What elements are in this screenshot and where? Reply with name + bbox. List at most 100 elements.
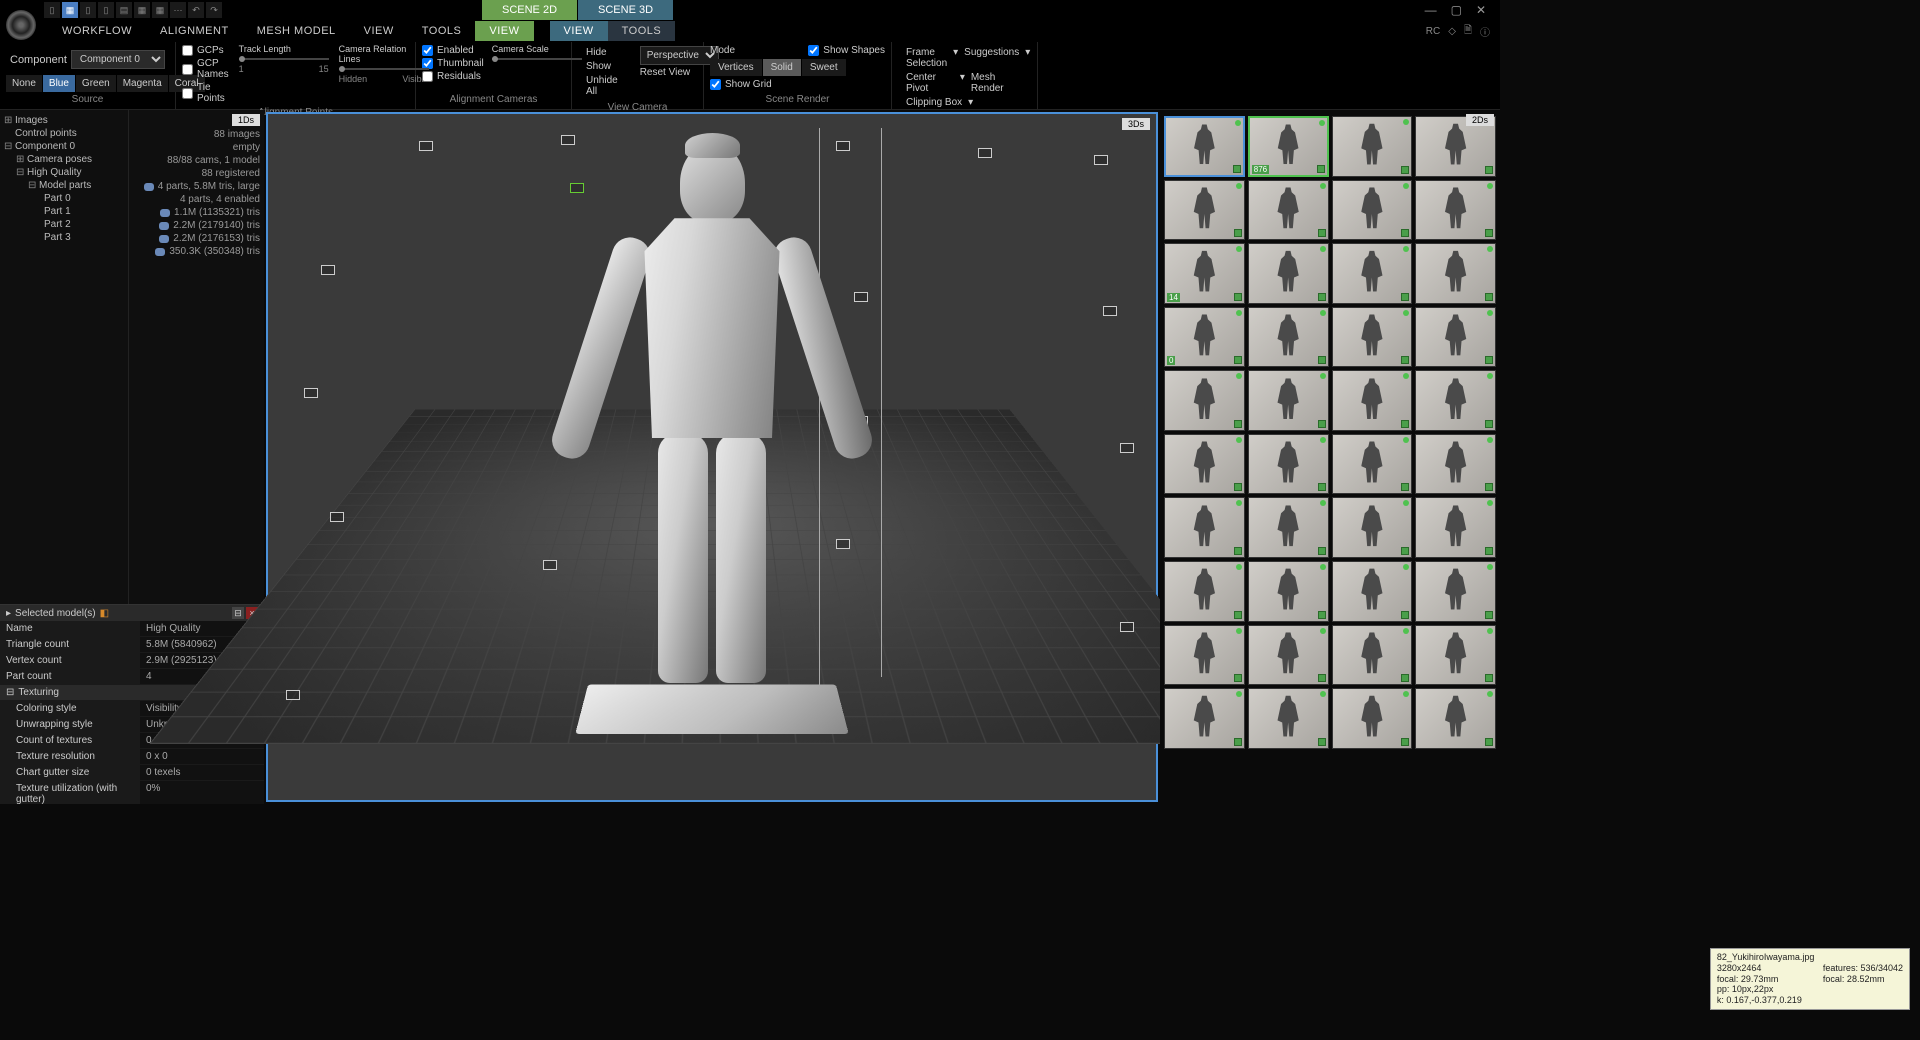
menu-view-3d[interactable]: VIEW <box>550 21 608 41</box>
thumbnail[interactable] <box>1164 180 1245 241</box>
props-pin-icon[interactable]: ⊟ <box>232 607 244 619</box>
thumbnail[interactable] <box>1332 688 1413 749</box>
thumbnail[interactable] <box>1415 497 1496 558</box>
camera-gizmo <box>543 560 557 570</box>
close-icon[interactable]: ✕ <box>1476 3 1486 17</box>
color-green[interactable]: Green <box>76 75 116 92</box>
layout-icon-8[interactable]: ⋯ <box>170 2 186 18</box>
layout-icon-5[interactable]: ▤ <box>116 2 132 18</box>
thumbnail[interactable] <box>1332 370 1413 431</box>
eye-icon[interactable] <box>159 222 169 230</box>
tab-scene-3d[interactable]: SCENE 3D <box>578 0 673 20</box>
titlebar: ▯ ▦ ▯ ▯ ▤ ▦ ▦ ⋯ ↶ ↷ SCENE 2D SCENE 3D — … <box>0 0 1500 20</box>
thumbnail[interactable] <box>1248 243 1329 304</box>
redo-icon[interactable]: ↷ <box>206 2 222 18</box>
thumbnail[interactable]: 14 <box>1164 243 1245 304</box>
tab-scene-2d[interactable]: SCENE 2D <box>482 0 577 20</box>
thumbnail[interactable] <box>1164 561 1245 622</box>
undo-icon[interactable]: ↶ <box>188 2 204 18</box>
layout-icon-1[interactable]: ▯ <box>44 2 60 18</box>
thumbnail[interactable] <box>1415 370 1496 431</box>
showshapes-checkbox[interactable] <box>808 45 819 56</box>
meshrender-btn[interactable]: Mesh Render <box>971 72 1023 94</box>
component-select[interactable]: Component 0 <box>71 50 165 69</box>
thumbnail[interactable] <box>1248 434 1329 495</box>
doc-icon[interactable]: 🗎 <box>1464 23 1472 40</box>
thumbnail[interactable] <box>1248 307 1329 368</box>
info-icon[interactable]: ⓘ <box>1480 24 1490 39</box>
thumbnail[interactable] <box>1164 434 1245 495</box>
thumbnail[interactable] <box>1332 625 1413 686</box>
thumbnail[interactable] <box>1332 307 1413 368</box>
show-btn[interactable]: Show <box>586 60 618 73</box>
menu-alignment[interactable]: ALIGNMENT <box>146 21 243 41</box>
thumbnail[interactable] <box>1332 434 1413 495</box>
thumbnail[interactable]: 0 <box>1164 307 1245 368</box>
menu-workflow[interactable]: WORKFLOW <box>48 21 146 41</box>
thumbnail[interactable] <box>1248 561 1329 622</box>
thumbnail[interactable] <box>1164 625 1245 686</box>
thumbnail[interactable] <box>1248 688 1329 749</box>
clippingbox-btn[interactable]: Clipping Box <box>906 97 962 108</box>
eye-icon[interactable] <box>144 183 154 191</box>
thumbnail[interactable]: 876 <box>1248 116 1329 177</box>
mode-solid[interactable]: Solid <box>763 59 801 76</box>
gcpnames-checkbox[interactable] <box>182 64 193 75</box>
menu-view-2d[interactable]: VIEW <box>475 21 533 41</box>
frameselection-btn[interactable]: Frame Selection <box>906 47 947 69</box>
thumbnail[interactable] <box>1332 497 1413 558</box>
unhideall-btn[interactable]: Unhide All <box>586 74 618 98</box>
menu-meshmodel[interactable]: MESH MODEL <box>243 21 350 41</box>
camscale-slider[interactable] <box>492 58 582 60</box>
menu-tools[interactable]: TOOLS <box>408 21 476 41</box>
thumbnail[interactable] <box>1248 625 1329 686</box>
suggestions-btn[interactable]: Suggestions <box>964 47 1019 69</box>
layout-icon-7[interactable]: ▦ <box>152 2 168 18</box>
maximize-icon[interactable]: ▢ <box>1451 3 1462 17</box>
thumbnail[interactable] <box>1332 116 1413 177</box>
thumbnail[interactable] <box>1415 307 1496 368</box>
thumbnail[interactable] <box>1415 688 1496 749</box>
tiepoints-checkbox[interactable] <box>182 88 193 99</box>
hide-btn[interactable]: Hide <box>586 46 618 59</box>
layout-icon-6[interactable]: ▦ <box>134 2 150 18</box>
menu-tools-3d[interactable]: TOOLS <box>608 21 676 41</box>
thumbnail[interactable] <box>1415 434 1496 495</box>
thumbnail[interactable] <box>1415 243 1496 304</box>
menu-view[interactable]: VIEW <box>350 21 408 41</box>
color-magenta[interactable]: Magenta <box>117 75 168 92</box>
showgrid-checkbox[interactable] <box>710 79 721 90</box>
layout-icon-4[interactable]: ▯ <box>98 2 114 18</box>
color-none[interactable]: None <box>6 75 42 92</box>
thumbnail[interactable] <box>1164 688 1245 749</box>
mode-sweet[interactable]: Sweet <box>802 59 846 76</box>
thumbnail[interactable] <box>1164 497 1245 558</box>
thumbnail[interactable] <box>1415 561 1496 622</box>
residuals-checkbox[interactable] <box>422 71 433 82</box>
centerpivot-btn[interactable]: Center Pivot <box>906 72 954 94</box>
minimize-icon[interactable]: — <box>1425 3 1437 17</box>
thumbnail[interactable] <box>1248 497 1329 558</box>
gcps-checkbox[interactable] <box>182 45 193 56</box>
thumbnail[interactable] <box>1332 561 1413 622</box>
thumbnail[interactable] <box>1248 180 1329 241</box>
layout-icon-2[interactable]: ▦ <box>62 2 78 18</box>
viewport-3d[interactable]: 3Ds <box>266 112 1158 802</box>
thumbnail[interactable] <box>1415 180 1496 241</box>
thumbnail[interactable] <box>1332 243 1413 304</box>
eye-icon[interactable] <box>159 235 169 243</box>
color-blue[interactable]: Blue <box>43 75 75 92</box>
thumbnail[interactable] <box>1248 370 1329 431</box>
enabled-checkbox[interactable] <box>422 45 433 56</box>
mode-vertices[interactable]: Vertices <box>710 59 762 76</box>
thumbnail[interactable] <box>1415 625 1496 686</box>
thumbnail[interactable] <box>1164 370 1245 431</box>
thumbnail[interactable] <box>1164 116 1245 177</box>
eye-icon[interactable] <box>155 248 165 256</box>
layout-icon-3[interactable]: ▯ <box>80 2 96 18</box>
camrel-slider[interactable] <box>339 68 429 70</box>
help-icon[interactable]: ◇ <box>1448 26 1456 37</box>
eye-icon[interactable] <box>160 209 170 217</box>
thumbnail[interactable] <box>1332 180 1413 241</box>
tracklength-slider[interactable] <box>239 58 329 60</box>
